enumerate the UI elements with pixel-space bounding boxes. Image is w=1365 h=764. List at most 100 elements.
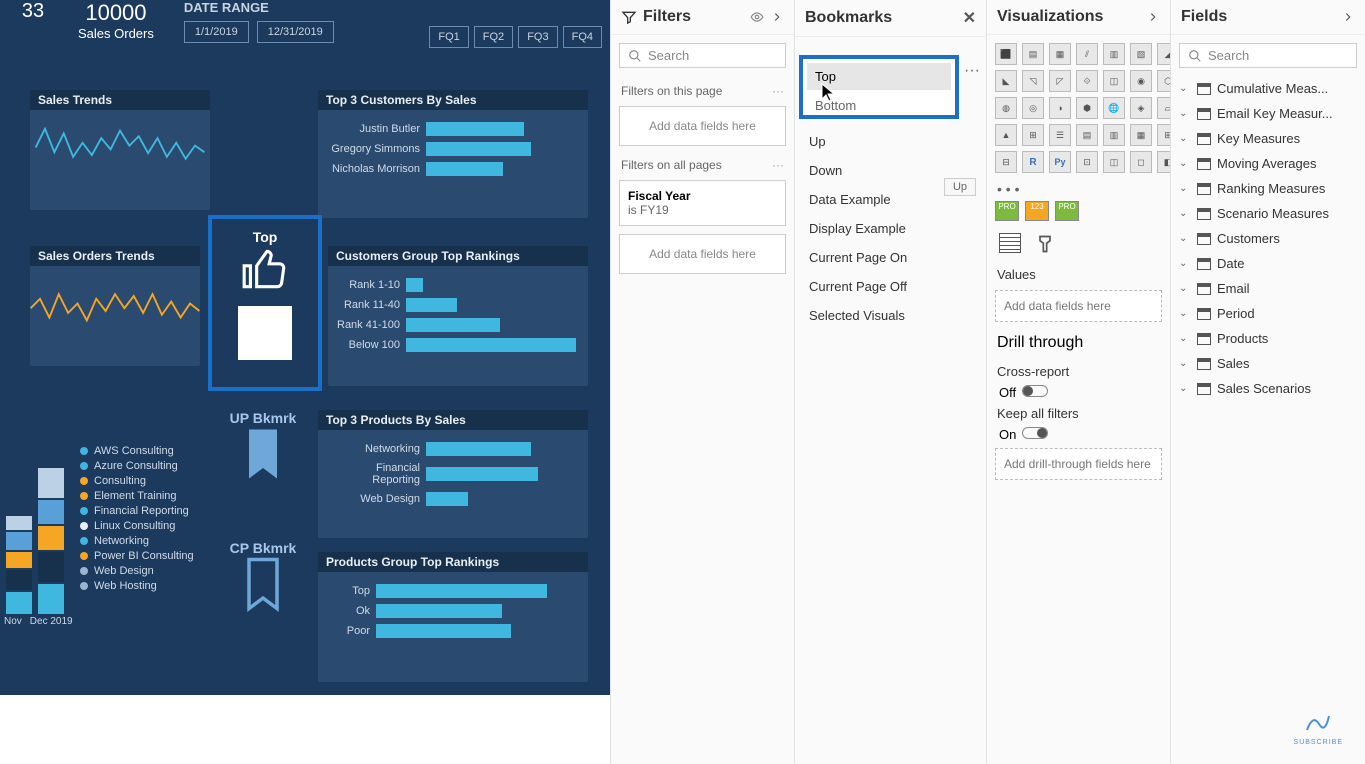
viz-type-icon[interactable]: ◍	[995, 97, 1017, 119]
viz-type-icon[interactable]: Py	[1049, 151, 1071, 173]
bookmark-item[interactable]: Current Page Off	[795, 272, 986, 301]
bookmark-item[interactable]: Current Page On	[795, 243, 986, 272]
viz-type-icon[interactable]: ◣	[995, 70, 1017, 92]
card-top-products[interactable]: Top 3 Products By Sales NetworkingFinanc…	[318, 410, 588, 538]
viz-type-icon[interactable]: 🌐	[1103, 97, 1125, 119]
bookmark-item[interactable]: Display Example	[795, 214, 986, 243]
viz-type-icon[interactable]: ⊡	[1076, 151, 1098, 173]
field-table-row[interactable]: ⌄Sales Scenarios	[1171, 376, 1365, 401]
field-table-row[interactable]: ⌄Ranking Measures	[1171, 176, 1365, 201]
field-table-row[interactable]: ⌄Email Key Measur...	[1171, 101, 1365, 126]
bookmark-item[interactable]: Up	[795, 127, 986, 156]
legend-item[interactable]: Financial Reporting	[80, 505, 210, 517]
fq2-button[interactable]: FQ2	[474, 26, 513, 48]
cross-report-toggle[interactable]	[1022, 385, 1048, 397]
kpi-icon[interactable]: PRO	[995, 201, 1019, 221]
viz-type-icon[interactable]: ▦	[1049, 43, 1071, 65]
viz-more[interactable]: • • •	[987, 181, 1170, 197]
viz-type-icon[interactable]: ▲	[995, 124, 1017, 146]
field-table-row[interactable]: ⌄Key Measures	[1171, 126, 1365, 151]
chevron-right-icon[interactable]	[770, 10, 784, 24]
fq4-button[interactable]: FQ4	[563, 26, 602, 48]
viz-type-icon[interactable]: ◸	[1049, 70, 1071, 92]
viz-type-icon[interactable]: ⊞	[1022, 124, 1044, 146]
field-table-row[interactable]: ⌄Sales	[1171, 351, 1365, 376]
viz-type-icon[interactable]: ⬛	[995, 43, 1017, 65]
viz-type-icon[interactable]: ▤	[1076, 124, 1098, 146]
field-table-row[interactable]: ⌄Date	[1171, 251, 1365, 276]
viz-type-icon[interactable]: ◻	[1130, 151, 1152, 173]
field-table-row[interactable]: ⌄Period	[1171, 301, 1365, 326]
viz-type-icon[interactable]: ▧	[1130, 43, 1152, 65]
format-tab-icon[interactable]	[1035, 233, 1055, 255]
fields-search-input[interactable]: Search	[1179, 43, 1357, 68]
values-field-well[interactable]: Add data fields here	[995, 290, 1162, 322]
filter-dropzone-all[interactable]: Add data fields here	[619, 234, 786, 274]
viz-type-icon[interactable]: ▤	[1022, 43, 1044, 65]
fq3-button[interactable]: FQ3	[518, 26, 557, 48]
field-table-row[interactable]: ⌄Products	[1171, 326, 1365, 351]
legend-item[interactable]: Networking	[80, 535, 210, 547]
date-start-button[interactable]: 1/1/2019	[184, 21, 249, 43]
bookmark-item-top[interactable]: Top	[807, 63, 951, 90]
viz-type-icon[interactable]: ⫽	[1076, 43, 1098, 65]
legend-item[interactable]: Linux Consulting	[80, 520, 210, 532]
kpi-icon[interactable]: 123	[1025, 201, 1049, 221]
field-table-row[interactable]: ⌄Cumulative Meas...	[1171, 76, 1365, 101]
card-stacked-chart[interactable]: Nov Dec 2019 AWS Consulting Azure Consult…	[0, 436, 210, 686]
legend-item[interactable]: AWS Consulting	[80, 445, 210, 457]
viz-type-icon[interactable]: ◑	[1049, 97, 1071, 119]
date-end-button[interactable]: 12/31/2019	[257, 21, 334, 43]
viz-type-icon[interactable]: ◎	[1022, 97, 1044, 119]
fq1-button[interactable]: FQ1	[429, 26, 468, 48]
legend-item[interactable]: Azure Consulting	[80, 460, 210, 472]
up-bookmark-button[interactable]: UP Bkmrk	[218, 410, 308, 487]
legend-item[interactable]: Element Training	[80, 490, 210, 502]
cp-bookmark-button[interactable]: CP Bkmrk	[218, 540, 308, 617]
viz-type-icon[interactable]: R	[1022, 151, 1044, 173]
viz-type-icon[interactable]: ◫	[1103, 70, 1125, 92]
kpi-icon[interactable]: PRO	[1055, 201, 1079, 221]
viz-type-icon[interactable]: ⬢	[1076, 97, 1098, 119]
viz-type-icon[interactable]: ☰	[1049, 124, 1071, 146]
top-bookmark-button[interactable]: Top	[212, 219, 318, 370]
legend-item[interactable]: Power BI Consulting	[80, 550, 210, 562]
card-sales-trends[interactable]: Sales Trends	[30, 90, 210, 210]
close-icon[interactable]: ✕	[963, 8, 976, 28]
legend-item[interactable]: Web Design	[80, 565, 210, 577]
filter-fiscal-year[interactable]: Fiscal Year is FY19	[619, 180, 786, 226]
chevron-right-icon[interactable]	[1341, 10, 1355, 24]
viz-type-icon[interactable]: ▥	[1103, 124, 1125, 146]
card-customer-rankings[interactable]: Customers Group Top Rankings Rank 1-10Ra…	[328, 246, 588, 386]
viz-type-icon[interactable]: ⊟	[995, 151, 1017, 173]
legend-item[interactable]: Consulting	[80, 475, 210, 487]
more-icon[interactable]: ···	[772, 84, 784, 98]
stacked-bars: Nov Dec 2019	[0, 436, 80, 627]
more-icon[interactable]: ···	[772, 158, 784, 172]
filters-search-input[interactable]: Search	[619, 43, 786, 68]
viz-type-icon[interactable]: ⟐	[1076, 70, 1098, 92]
fields-tab-icon[interactable]	[999, 233, 1021, 253]
drillthrough-field-well[interactable]: Add drill-through fields here	[995, 448, 1162, 480]
field-table-row[interactable]: ⌄Moving Averages	[1171, 151, 1365, 176]
card-product-rankings[interactable]: Products Group Top Rankings TopOkPoor	[318, 552, 588, 682]
card-sales-orders-trends[interactable]: Sales Orders Trends	[30, 246, 200, 366]
viz-type-icon[interactable]: ◉	[1130, 70, 1152, 92]
bookmark-more-icon[interactable]: ···	[964, 62, 980, 80]
eye-icon[interactable]	[750, 10, 764, 24]
card-top-customers[interactable]: Top 3 Customers By Sales Justin ButlerGr…	[318, 90, 588, 218]
viz-type-icon[interactable]: ◹	[1022, 70, 1044, 92]
table-icon	[1197, 258, 1211, 270]
field-table-row[interactable]: ⌄Email	[1171, 276, 1365, 301]
viz-type-icon[interactable]: ▥	[1103, 43, 1125, 65]
field-table-row[interactable]: ⌄Scenario Measures	[1171, 201, 1365, 226]
chevron-right-icon[interactable]	[1146, 10, 1160, 24]
bookmark-item[interactable]: Selected Visuals	[795, 301, 986, 330]
viz-type-icon[interactable]: ◈	[1130, 97, 1152, 119]
legend-item[interactable]: Web Hosting	[80, 580, 210, 592]
field-table-row[interactable]: ⌄Customers	[1171, 226, 1365, 251]
filter-dropzone-page[interactable]: Add data fields here	[619, 106, 786, 146]
viz-type-icon[interactable]: ◫	[1103, 151, 1125, 173]
keep-filters-toggle[interactable]	[1022, 427, 1048, 439]
viz-type-icon[interactable]: ▦	[1130, 124, 1152, 146]
